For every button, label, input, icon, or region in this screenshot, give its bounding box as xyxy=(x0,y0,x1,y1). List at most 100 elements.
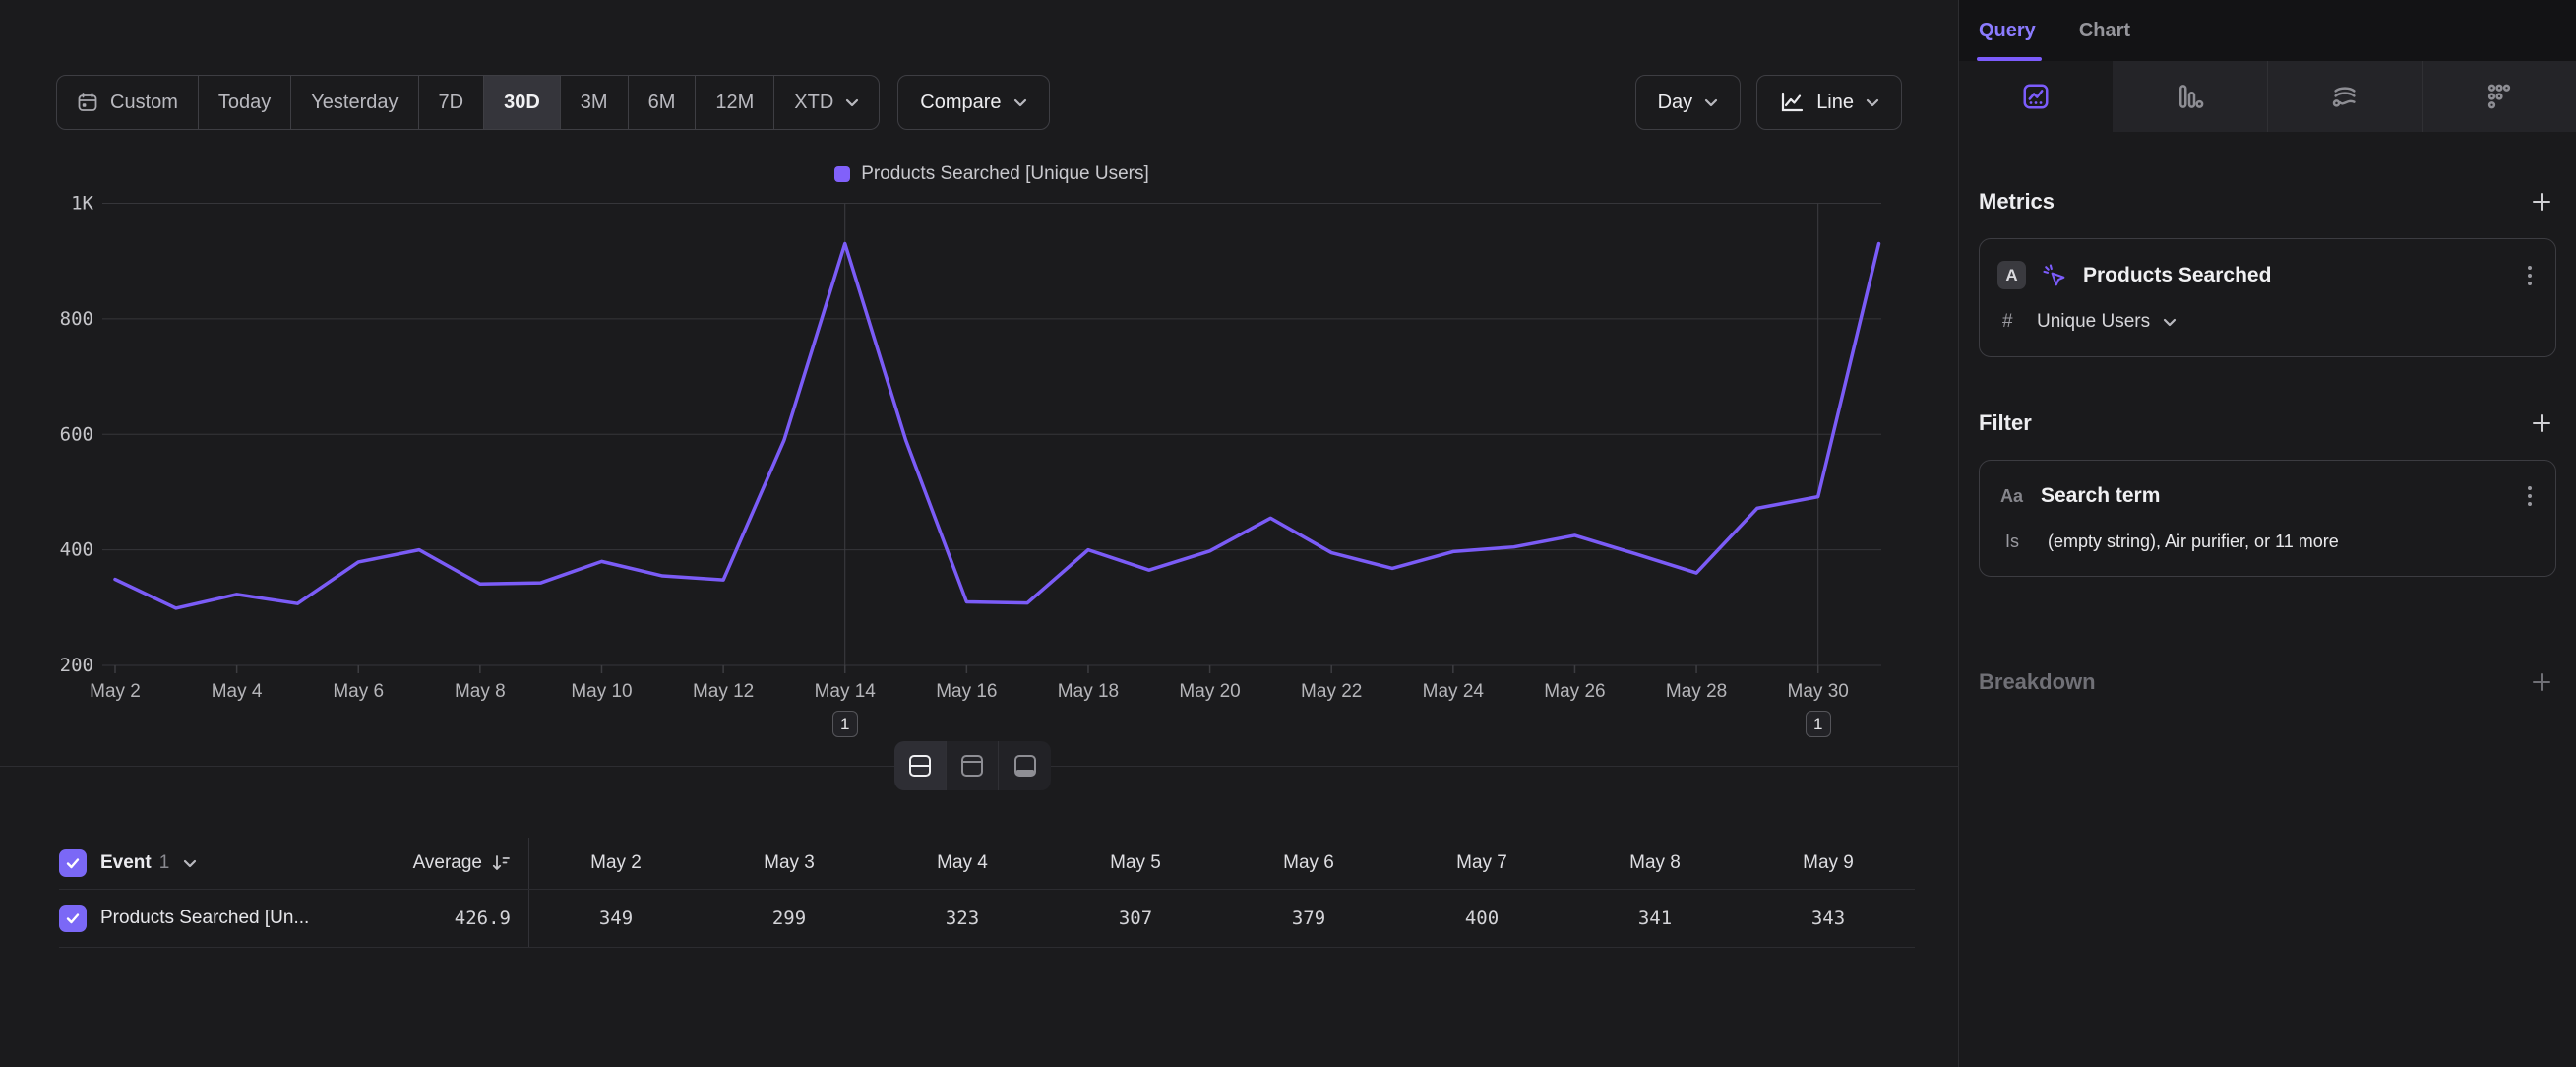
event-header-cell[interactable]: Event 1 xyxy=(59,849,394,877)
metrics-section-header: Metrics xyxy=(1979,187,2556,217)
analytics-app: CustomTodayYesterday7D30D3M6M12MXTD Comp… xyxy=(0,0,2576,1067)
svg-text:May 22: May 22 xyxy=(1301,681,1362,702)
filter-title: Filter xyxy=(1979,410,2032,436)
svg-text:May 26: May 26 xyxy=(1544,681,1605,702)
query-panel-body: Metrics A Products Searched # xyxy=(1959,187,2576,697)
table-only-view-button[interactable] xyxy=(999,741,1051,790)
svg-text:May 24: May 24 xyxy=(1423,681,1485,702)
chart-workspace: CustomTodayYesterday7D30D3M6M12MXTD Comp… xyxy=(0,0,1958,1067)
average-header-label: Average xyxy=(413,852,482,874)
value-cell: 400 xyxy=(1395,908,1568,929)
event-header-label: Event xyxy=(100,852,152,874)
event-click-icon xyxy=(2041,262,2068,289)
chart-type-tabs xyxy=(1959,61,2576,132)
annotation-badge[interactable]: 1 xyxy=(1806,711,1831,737)
funnel-flow-icon xyxy=(2330,82,2360,111)
metric-measure-row[interactable]: # Unique Users xyxy=(1997,311,2538,333)
panel-tabs: Query Chart xyxy=(1959,0,2576,61)
tab-bar-chart[interactable] xyxy=(2113,61,2267,132)
date-column-header[interactable]: May 2 xyxy=(529,852,703,874)
filter-condition-row[interactable]: Is (empty string), Air purifier, or 11 m… xyxy=(1997,532,2538,552)
tab-chart[interactable]: Chart xyxy=(2079,20,2130,42)
layout-toggle xyxy=(894,741,1051,790)
check-icon xyxy=(64,910,82,927)
svg-text:200: 200 xyxy=(60,655,93,676)
table-data-row: Products Searched [Un... 426.9 349299323… xyxy=(59,890,1915,948)
tab-segmentation-chart[interactable] xyxy=(1959,61,2113,132)
metric-event-name: Products Searched xyxy=(2083,264,2507,287)
date-column-header[interactable]: May 5 xyxy=(1049,852,1222,874)
breakdown-section-header: Breakdown xyxy=(1979,667,2556,697)
series-checkbox[interactable] xyxy=(59,905,87,932)
bar-chart-icon xyxy=(2175,82,2204,111)
filter-value: (empty string), Air purifier, or 11 more xyxy=(2048,532,2339,552)
active-tab-underline xyxy=(1977,57,2042,61)
hash-icon: # xyxy=(2002,311,2024,333)
metric-options-kebab[interactable] xyxy=(2522,262,2538,289)
results-table: Event 1 Average May 2May 3May 4May 5May … xyxy=(59,838,1915,948)
svg-text:May 16: May 16 xyxy=(936,681,997,702)
svg-text:May 10: May 10 xyxy=(571,681,632,702)
svg-text:May 12: May 12 xyxy=(693,681,754,702)
sort-descending-icon xyxy=(491,853,511,873)
filter-property-name: Search term xyxy=(2041,484,2507,508)
query-panel: Query Chart xyxy=(1958,0,2576,1067)
add-metric-button[interactable] xyxy=(2527,187,2556,217)
value-cell: 307 xyxy=(1049,908,1222,929)
metrics-title: Metrics xyxy=(1979,189,2055,215)
annotation-badge[interactable]: 1 xyxy=(832,711,858,737)
svg-text:600: 600 xyxy=(60,423,93,445)
value-cell: 379 xyxy=(1222,908,1395,929)
check-icon xyxy=(64,854,82,872)
date-column-header[interactable]: May 7 xyxy=(1395,852,1568,874)
tab-funnel-flow[interactable] xyxy=(2268,61,2423,132)
table-header-row: Event 1 Average May 2May 3May 4May 5May … xyxy=(59,838,1915,890)
chart-only-view-button[interactable] xyxy=(947,741,999,790)
average-value-cell: 426.9 xyxy=(394,890,529,947)
date-column-header[interactable]: May 4 xyxy=(876,852,1049,874)
tab-retention-dots[interactable] xyxy=(2423,61,2576,132)
svg-text:May 20: May 20 xyxy=(1179,681,1240,702)
value-cell: 341 xyxy=(1568,908,1742,929)
series-row-label: Products Searched [Un... xyxy=(100,908,309,929)
add-breakdown-button[interactable] xyxy=(2527,667,2556,697)
line-chart: 1K800600400200May 2May 4May 6May 8May 10… xyxy=(0,0,1958,748)
date-column-header[interactable]: May 9 xyxy=(1742,852,1915,874)
svg-text:May 18: May 18 xyxy=(1058,681,1119,702)
svg-text:May 4: May 4 xyxy=(212,681,263,702)
property-type-badge: Aa xyxy=(1997,486,2026,507)
segmentation-chart-icon xyxy=(2021,82,2051,111)
svg-text:May 2: May 2 xyxy=(90,681,141,702)
filter-operator: Is xyxy=(2005,532,2035,552)
breakdown-title: Breakdown xyxy=(1979,669,2096,695)
svg-text:1K: 1K xyxy=(71,193,93,215)
add-filter-button[interactable] xyxy=(2527,408,2556,438)
event-count: 1 xyxy=(159,852,170,874)
filter-section-header: Filter xyxy=(1979,408,2556,438)
value-cell: 299 xyxy=(703,908,876,929)
svg-text:May 6: May 6 xyxy=(333,681,384,702)
metric-letter-badge: A xyxy=(1997,261,2026,289)
value-cell: 323 xyxy=(876,908,1049,929)
date-column-header[interactable]: May 3 xyxy=(703,852,876,874)
value-cell: 343 xyxy=(1742,908,1915,929)
svg-text:May 30: May 30 xyxy=(1788,681,1849,702)
average-header-cell[interactable]: Average xyxy=(394,838,529,889)
filter-card-header: Aa Search term xyxy=(1997,482,2538,510)
split-view-button[interactable] xyxy=(894,741,947,790)
select-all-checkbox[interactable] xyxy=(59,849,87,877)
filter-options-kebab[interactable] xyxy=(2522,482,2538,510)
chevron-down-icon[interactable] xyxy=(183,859,197,868)
svg-text:800: 800 xyxy=(60,308,93,330)
date-column-header[interactable]: May 6 xyxy=(1222,852,1395,874)
svg-text:May 14: May 14 xyxy=(815,681,877,702)
svg-text:May 28: May 28 xyxy=(1666,681,1727,702)
metric-card[interactable]: A Products Searched # Unique Users xyxy=(1979,238,2556,357)
tab-query[interactable]: Query xyxy=(1979,20,2036,42)
metric-card-header: A Products Searched xyxy=(1997,261,2538,289)
series-row-cell[interactable]: Products Searched [Un... xyxy=(59,905,394,932)
chevron-down-icon xyxy=(2163,318,2177,327)
svg-text:400: 400 xyxy=(60,539,93,561)
filter-card[interactable]: Aa Search term Is (empty string), Air pu… xyxy=(1979,460,2556,577)
date-column-header[interactable]: May 8 xyxy=(1568,852,1742,874)
